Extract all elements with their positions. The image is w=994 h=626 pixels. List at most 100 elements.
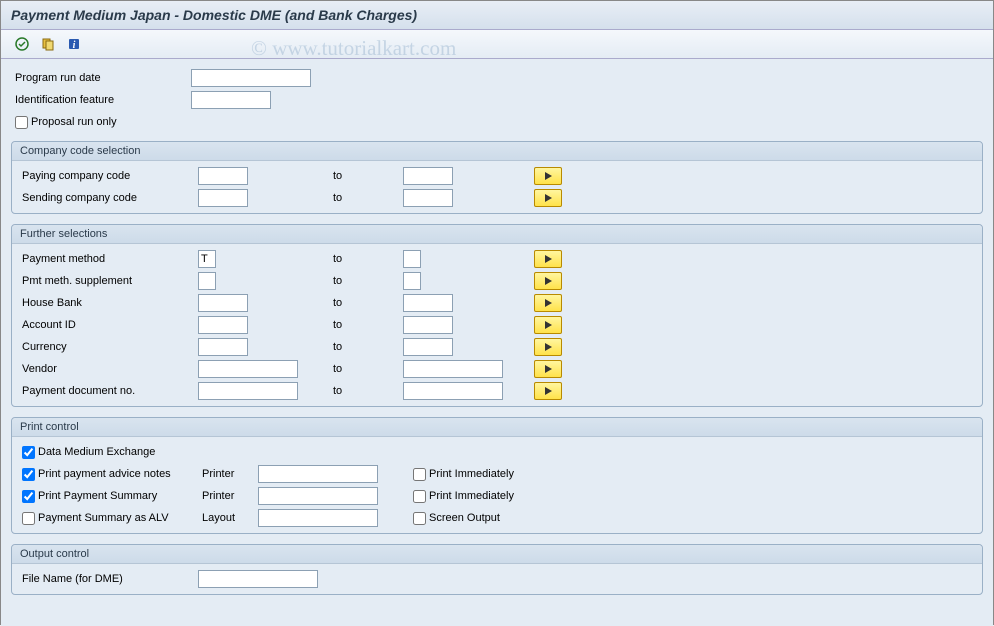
company-code-group: Company code selection Paying company co… xyxy=(11,141,983,214)
further-from-input[interactable] xyxy=(198,272,216,290)
further-row: Pmt meth. supplement to xyxy=(18,270,976,292)
identification-feature-input[interactable] xyxy=(191,91,271,109)
further-label: Vendor xyxy=(18,363,198,375)
print-row-checkbox[interactable] xyxy=(22,512,35,525)
further-from-input[interactable] xyxy=(198,382,298,400)
dme-label: Data Medium Exchange xyxy=(38,446,155,458)
further-to-input[interactable] xyxy=(403,272,421,290)
print-mid-label: Printer xyxy=(198,490,258,502)
further-to-input[interactable] xyxy=(403,382,503,400)
print-mid-label: Layout xyxy=(198,512,258,524)
program-run-date-label: Program run date xyxy=(11,72,191,84)
print-row-checkbox[interactable] xyxy=(22,490,35,503)
further-from-input[interactable] xyxy=(198,360,298,378)
to-label: to xyxy=(323,170,403,182)
further-row: Payment document no. to xyxy=(18,380,976,402)
arrow-right-icon xyxy=(545,299,552,307)
output-control-group: Output control File Name (for DME) xyxy=(11,544,983,595)
print-extra-label: Print Immediately xyxy=(429,468,514,480)
top-fields: Program run date Identification feature … xyxy=(11,67,983,133)
output-control-header: Output control xyxy=(12,545,982,564)
dme-checkbox[interactable] xyxy=(22,446,35,459)
print-mid-input[interactable] xyxy=(258,509,378,527)
print-row-label: Payment Summary as ALV xyxy=(38,512,169,524)
further-label: Currency xyxy=(18,341,198,353)
further-row: Currency to xyxy=(18,336,976,358)
arrow-right-icon xyxy=(545,255,552,263)
multiple-selection-button[interactable] xyxy=(534,189,562,207)
further-row: Payment method to xyxy=(18,248,976,270)
further-row: Account ID to xyxy=(18,314,976,336)
to-label: to xyxy=(323,297,403,309)
arrow-right-icon xyxy=(545,365,552,373)
arrow-right-icon xyxy=(545,321,552,329)
variant-icon[interactable] xyxy=(37,34,59,54)
further-from-input[interactable] xyxy=(198,316,248,334)
further-to-input[interactable] xyxy=(403,250,421,268)
multiple-selection-button[interactable] xyxy=(534,360,562,378)
company-from-input[interactable] xyxy=(198,189,248,207)
program-run-date-input[interactable] xyxy=(191,69,311,87)
print-extra-checkbox[interactable] xyxy=(413,512,426,525)
further-to-input[interactable] xyxy=(403,338,453,356)
execute-icon[interactable] xyxy=(11,34,33,54)
arrow-right-icon xyxy=(545,277,552,285)
identification-feature-label: Identification feature xyxy=(11,94,191,106)
further-to-input[interactable] xyxy=(403,316,453,334)
print-row-checkbox[interactable] xyxy=(22,468,35,481)
print-control-header: Print control xyxy=(12,418,982,437)
multiple-selection-button[interactable] xyxy=(534,272,562,290)
further-label: Payment document no. xyxy=(18,385,198,397)
to-label: to xyxy=(323,385,403,397)
arrow-right-icon xyxy=(545,343,552,351)
further-to-input[interactable] xyxy=(403,294,453,312)
company-code-header: Company code selection xyxy=(12,142,982,161)
print-extra-checkbox[interactable] xyxy=(413,468,426,481)
further-selections-header: Further selections xyxy=(12,225,982,244)
multiple-selection-button[interactable] xyxy=(534,316,562,334)
further-label: House Bank xyxy=(18,297,198,309)
toolbar: i xyxy=(1,30,993,59)
further-to-input[interactable] xyxy=(403,360,503,378)
svg-text:i: i xyxy=(73,40,76,51)
multiple-selection-button[interactable] xyxy=(534,294,562,312)
further-from-input[interactable] xyxy=(198,250,216,268)
multiple-selection-button[interactable] xyxy=(534,382,562,400)
print-row: Print Payment Summary Printer Print Imme… xyxy=(18,485,976,507)
file-name-input[interactable] xyxy=(198,570,318,588)
further-from-input[interactable] xyxy=(198,338,248,356)
further-row: Vendor to xyxy=(18,358,976,380)
print-mid-input[interactable] xyxy=(258,465,378,483)
further-label: Payment method xyxy=(18,253,198,265)
multiple-selection-button[interactable] xyxy=(534,250,562,268)
to-label: to xyxy=(323,253,403,265)
print-row-label: Print payment advice notes xyxy=(38,468,171,480)
to-label: to xyxy=(323,341,403,353)
further-label: Pmt meth. supplement xyxy=(18,275,198,287)
company-row: Paying company code to xyxy=(18,165,976,187)
print-row: Print payment advice notes Printer Print… xyxy=(18,463,976,485)
to-label: to xyxy=(323,363,403,375)
further-from-input[interactable] xyxy=(198,294,248,312)
company-from-input[interactable] xyxy=(198,167,248,185)
multiple-selection-button[interactable] xyxy=(534,338,562,356)
info-icon[interactable]: i xyxy=(63,34,85,54)
print-extra-label: Screen Output xyxy=(429,512,500,524)
to-label: to xyxy=(323,192,403,204)
multiple-selection-button[interactable] xyxy=(534,167,562,185)
page-title: Payment Medium Japan - Domestic DME (and… xyxy=(1,1,993,30)
company-to-input[interactable] xyxy=(403,189,453,207)
arrow-right-icon xyxy=(545,172,552,180)
further-label: Account ID xyxy=(18,319,198,331)
further-row: House Bank to xyxy=(18,292,976,314)
company-label: Paying company code xyxy=(18,170,198,182)
to-label: to xyxy=(323,319,403,331)
print-row-label: Print Payment Summary xyxy=(38,490,157,502)
company-to-input[interactable] xyxy=(403,167,453,185)
to-label: to xyxy=(323,275,403,287)
print-extra-checkbox[interactable] xyxy=(413,490,426,503)
file-name-label: File Name (for DME) xyxy=(18,573,198,585)
print-mid-input[interactable] xyxy=(258,487,378,505)
arrow-right-icon xyxy=(545,387,552,395)
proposal-run-only-checkbox[interactable] xyxy=(15,116,28,129)
